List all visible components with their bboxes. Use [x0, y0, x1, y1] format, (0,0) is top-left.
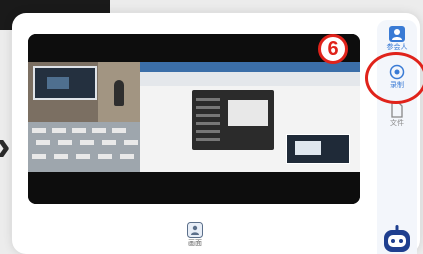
file-icon: [391, 102, 403, 118]
shared-chat-window: [192, 90, 274, 150]
video-letterbox-top: [28, 34, 360, 62]
shared-window-titlebar: [140, 62, 360, 72]
sidebar-item-label: 参会人: [386, 44, 408, 51]
sidebar-item-participants[interactable]: 参会人: [377, 26, 417, 52]
screen-layout-button[interactable]: 画面: [180, 222, 210, 248]
meeting-sidebar: 参会人 录制 文件: [377, 20, 417, 254]
shared-window-ribbon: [140, 72, 360, 86]
presenter-figure: [114, 80, 124, 106]
room-projector-screen: [33, 66, 97, 100]
sidebar-item-label: 录制: [390, 82, 404, 89]
background-glyph: ›: [0, 124, 11, 168]
screen-layout-label: 画面: [188, 240, 202, 247]
sidebar-item-label: 文件: [390, 120, 404, 127]
app-stage: ›: [0, 0, 423, 254]
step-number-badge: 6: [318, 34, 348, 64]
screen-share-view: [140, 62, 360, 172]
classroom-camera-view: [28, 62, 140, 172]
record-icon: [389, 64, 405, 80]
room-floor: [28, 122, 140, 172]
person-icon: [389, 26, 405, 42]
assistant-robot-icon[interactable]: [381, 224, 413, 254]
picture-in-picture-view: [286, 134, 350, 164]
video-letterbox-bottom: [28, 172, 360, 204]
sidebar-item-record[interactable]: 录制: [377, 64, 417, 90]
sidebar-item-files[interactable]: 文件: [377, 102, 417, 128]
screen-icon: [187, 222, 203, 238]
video-stream[interactable]: [28, 34, 360, 204]
